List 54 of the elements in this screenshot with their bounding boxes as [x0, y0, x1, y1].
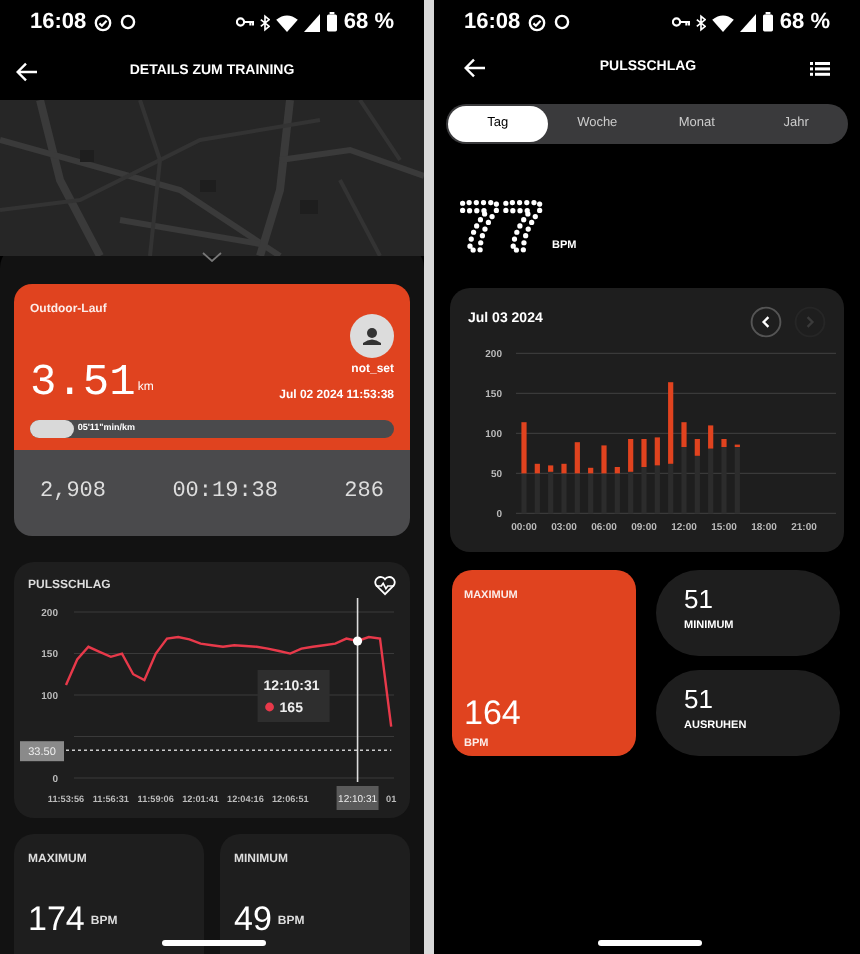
cursor-point	[352, 636, 363, 646]
bar	[548, 465, 554, 472]
back-arrow-icon[interactable]	[16, 62, 38, 82]
stat-value: 2,908	[40, 478, 107, 509]
bar	[708, 425, 714, 449]
battery-percentage: 68 %	[343, 7, 394, 38]
check-circle-icon	[94, 13, 113, 31]
tile-value: 51	[684, 686, 715, 712]
key-icon	[671, 16, 690, 28]
tile-value: 51	[684, 586, 715, 612]
bar	[721, 439, 727, 447]
bar	[654, 437, 660, 466]
key-icon	[235, 16, 254, 28]
signal-icon	[739, 13, 756, 31]
avatar-icon	[350, 314, 394, 358]
bar	[521, 422, 527, 474]
status-time: 16:08	[464, 7, 521, 38]
check-circle-icon	[528, 13, 547, 31]
battery-icon	[325, 12, 338, 32]
summary-value: 174	[28, 902, 85, 936]
heart-rate-icon[interactable]	[374, 576, 396, 596]
circle-icon	[554, 14, 571, 30]
bar	[574, 442, 580, 474]
stat-value: 00:19:38	[172, 478, 278, 509]
back-arrow-icon[interactable]	[464, 58, 486, 78]
tile-value: 164	[464, 696, 523, 731]
distance-value: 3.51	[30, 362, 136, 406]
chevron-down-icon[interactable]	[202, 252, 222, 262]
list-icon[interactable]	[810, 61, 830, 75]
bluetooth-icon	[695, 13, 706, 31]
current-heart-rate: 77	[454, 188, 550, 260]
previous-button[interactable]	[750, 305, 782, 337]
wifi-icon	[275, 13, 298, 31]
signal-icon	[303, 13, 320, 31]
bar	[681, 422, 687, 447]
status-time: 16:08	[30, 7, 87, 38]
circle-icon	[120, 14, 137, 30]
bar	[561, 463, 567, 474]
bar	[614, 467, 620, 474]
home-indicator	[162, 940, 266, 946]
bar	[534, 463, 540, 474]
bar	[588, 467, 594, 474]
bar	[694, 439, 700, 456]
bar	[668, 382, 674, 464]
bar	[628, 439, 634, 472]
wifi-icon	[711, 13, 734, 31]
home-indicator	[598, 940, 702, 946]
battery-icon	[761, 12, 774, 32]
stat-value: 286	[344, 478, 384, 509]
bar	[601, 445, 607, 474]
summary-value: 49	[234, 902, 272, 936]
bar	[641, 439, 647, 467]
battery-percentage: 68 %	[779, 7, 830, 38]
bluetooth-icon	[259, 13, 270, 31]
